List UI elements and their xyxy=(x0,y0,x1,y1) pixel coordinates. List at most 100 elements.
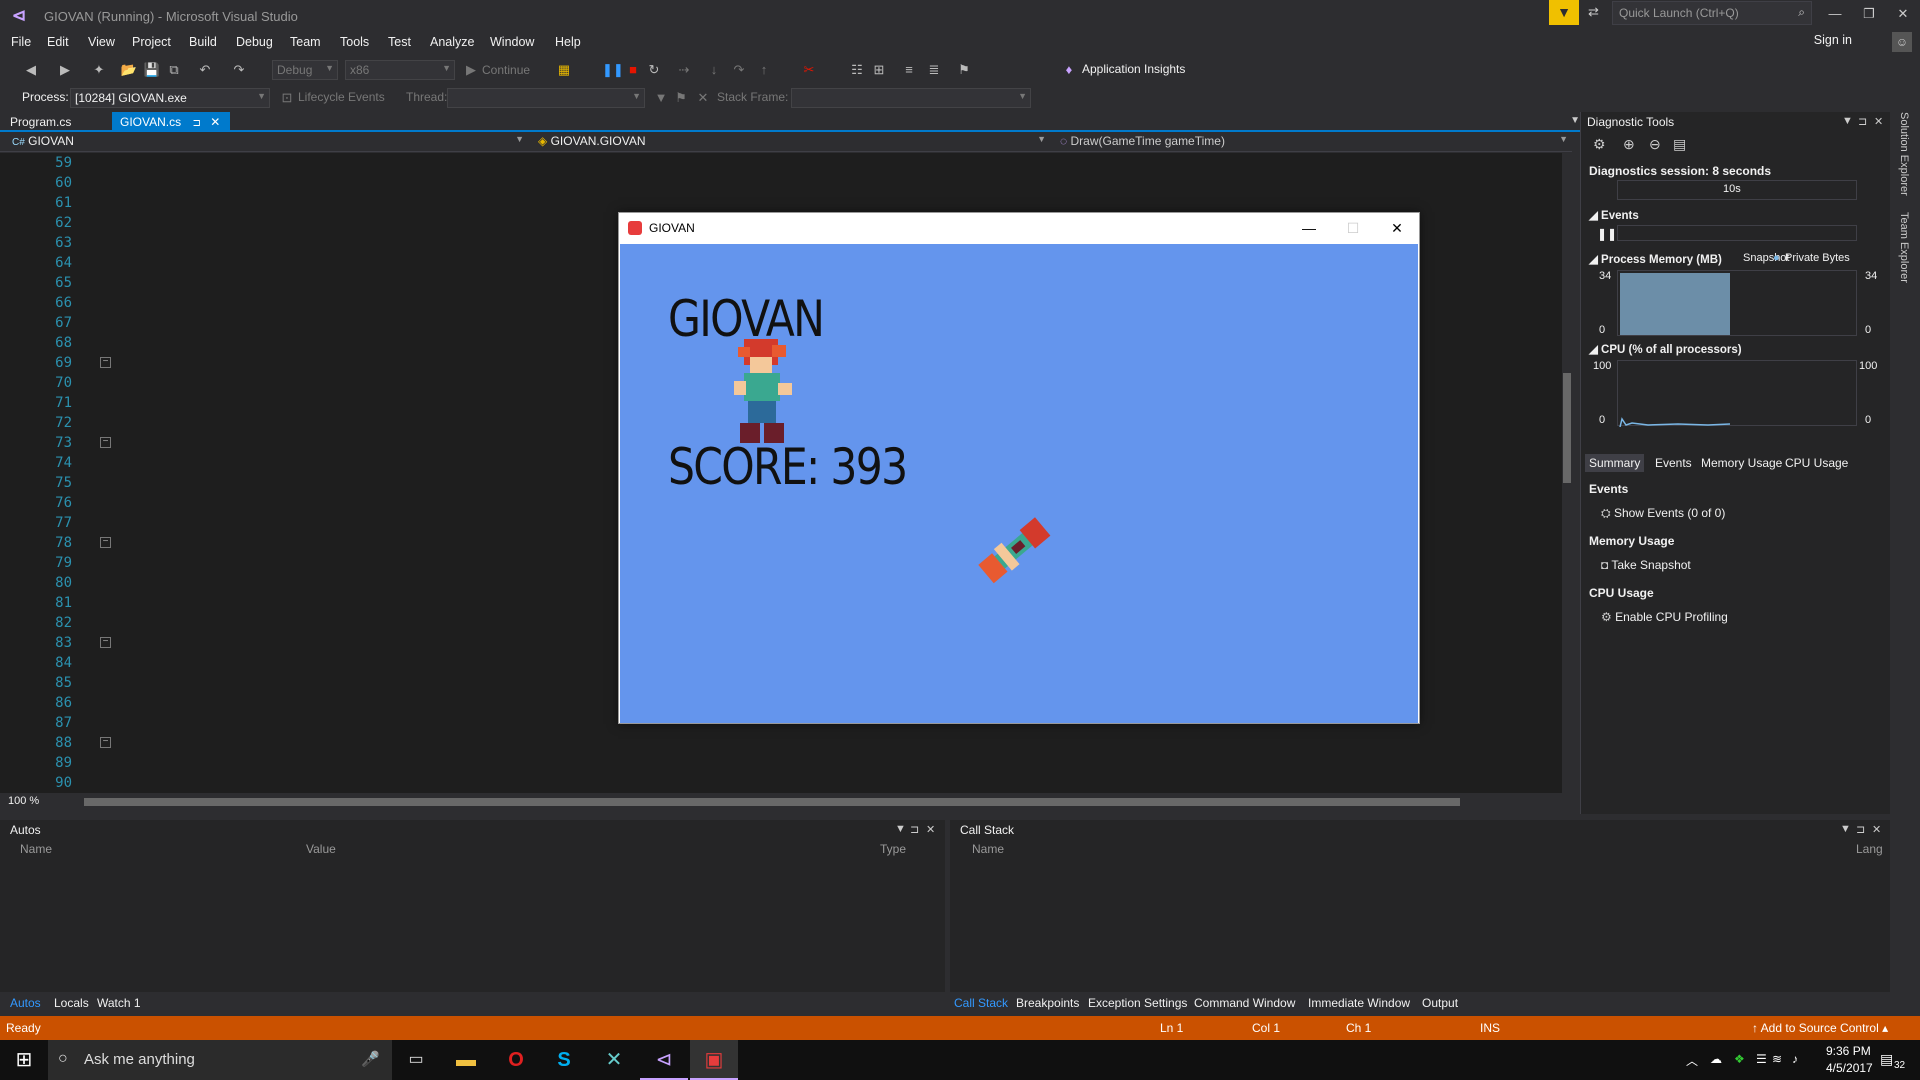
cortana-search-box[interactable]: ○ Ask me anything 🎤 xyxy=(48,1040,392,1080)
zoom-level[interactable]: 100 % xyxy=(8,795,39,807)
feedback-icon[interactable]: ⇄ xyxy=(1588,4,1599,20)
close-button[interactable]: ✕ xyxy=(1886,2,1920,26)
tab-command-window[interactable]: Command Window xyxy=(1194,996,1295,1010)
pin-icon[interactable]: ⊐ xyxy=(910,823,919,836)
lightbulb-icon[interactable]: ♦ xyxy=(1060,61,1078,79)
collapse-toggle-icon[interactable]: − xyxy=(100,737,111,748)
tab-list-dropdown-icon[interactable]: ▼ xyxy=(1570,115,1580,126)
redo-icon[interactable]: ↷ xyxy=(230,61,248,79)
action-center-icon[interactable]: ▤ xyxy=(1880,1051,1893,1068)
settings-gear-icon[interactable]: ⚙ xyxy=(1593,136,1606,153)
tab-call-stack[interactable]: Call Stack xyxy=(954,996,1008,1010)
game-canvas[interactable]: GIOVAN SCORE: 393 xyxy=(620,244,1418,723)
tab-autos[interactable]: Autos xyxy=(10,996,41,1010)
threads-icon[interactable]: ☷ xyxy=(848,61,866,79)
platform-select[interactable]: x86 ▼ xyxy=(345,60,455,80)
pause-events-icon[interactable]: ❚❚ xyxy=(1597,227,1617,241)
wifi-icon[interactable]: ≋ xyxy=(1772,1052,1782,1066)
lifecycle-events-button[interactable]: Lifecycle Events xyxy=(298,90,385,104)
menu-file[interactable]: File xyxy=(11,35,31,49)
visual-studio-taskbar-icon[interactable]: ⊲ xyxy=(640,1040,688,1080)
tab-immediate-window[interactable]: Immediate Window xyxy=(1308,996,1410,1010)
tray-chevron-icon[interactable]: ︿ xyxy=(1686,1052,1698,1069)
reset-view-icon[interactable]: ▤ xyxy=(1673,136,1686,153)
game-close-button[interactable]: ✕ xyxy=(1375,215,1419,241)
show-events-link[interactable]: ⛭ Show Events (0 of 0) xyxy=(1601,506,1725,521)
events-track[interactable] xyxy=(1617,225,1857,241)
continue-icon[interactable]: ▶ xyxy=(462,61,480,79)
solution-explorer-tab[interactable]: Solution Explorer xyxy=(1898,112,1910,196)
pin-icon[interactable]: ⊐ xyxy=(1858,115,1867,128)
close-panel-icon[interactable]: ✕ xyxy=(1874,115,1883,128)
continue-button[interactable]: Continue xyxy=(482,63,530,77)
close-panel-icon[interactable]: ✕ xyxy=(1872,823,1881,836)
zoom-in-icon[interactable]: ⊕ xyxy=(1623,136,1635,153)
new-project-icon[interactable]: ✦ xyxy=(90,61,108,79)
collapse-toggle-icon[interactable]: − xyxy=(100,437,111,448)
volume-icon[interactable]: ♪ xyxy=(1792,1052,1798,1066)
take-snapshot-link[interactable]: ◘ Take Snapshot xyxy=(1601,558,1691,572)
microphone-icon[interactable]: 🎤 xyxy=(361,1050,380,1068)
game-minimize-button[interactable]: — xyxy=(1287,215,1331,241)
menu-analyze[interactable]: Analyze xyxy=(430,35,474,49)
flag-icon[interactable]: ⚑ xyxy=(672,89,690,107)
open-file-icon[interactable]: 📂 xyxy=(120,61,138,79)
project-dropdown[interactable]: C# GIOVAN ▼ xyxy=(8,133,528,151)
solution-config-select[interactable]: Debug ▼ xyxy=(272,60,338,80)
save-all-icon[interactable]: ⧉ xyxy=(165,61,183,79)
tab-locals[interactable]: Locals xyxy=(54,996,89,1010)
member-dropdown[interactable]: ◌ Draw(GameTime gameTime) ▼ xyxy=(1056,133,1572,151)
timeline-ruler[interactable]: 10s xyxy=(1617,180,1857,200)
uncomment-icon[interactable]: ≣ xyxy=(925,61,943,79)
account-icon[interactable]: ☺ xyxy=(1892,32,1912,52)
events-header[interactable]: ◢ Events xyxy=(1589,208,1639,222)
autos-col-type[interactable]: Type xyxy=(880,842,906,856)
team-explorer-tab[interactable]: Team Explorer xyxy=(1898,212,1910,283)
quick-launch-input[interactable]: Quick Launch (Ctrl+Q) ⌕ xyxy=(1612,1,1812,25)
flag-all-icon[interactable]: ✕ xyxy=(694,89,712,107)
menu-window[interactable]: Window xyxy=(490,35,534,49)
cpu-chart[interactable] xyxy=(1617,360,1857,427)
menu-debug[interactable]: Debug xyxy=(236,35,273,49)
game-titlebar[interactable]: GIOVAN — ☐ ✕ xyxy=(619,213,1419,243)
onedrive-icon[interactable]: ☁ xyxy=(1710,1052,1722,1066)
minimize-button[interactable]: — xyxy=(1818,2,1852,26)
start-button-icon[interactable]: ⊞ xyxy=(0,1040,48,1080)
collapse-toggle-icon[interactable]: − xyxy=(100,637,111,648)
restore-button[interactable]: ❐ xyxy=(1852,2,1886,26)
tab-summary[interactable]: Summary xyxy=(1585,454,1645,472)
memory-chart[interactable] xyxy=(1617,270,1857,336)
tab-output[interactable]: Output xyxy=(1422,996,1458,1010)
sign-in-link[interactable]: Sign in xyxy=(1814,33,1852,47)
cpu-header[interactable]: ◢ CPU (% of all processors) xyxy=(1589,342,1742,356)
xamarin-icon[interactable]: ✕ xyxy=(590,1040,638,1080)
tab-events[interactable]: Events xyxy=(1651,454,1696,472)
forward-icon[interactable]: ▶ xyxy=(56,61,74,79)
opera-icon[interactable]: O xyxy=(492,1040,540,1080)
zoom-out-icon[interactable]: ⊖ xyxy=(1649,136,1661,153)
add-source-control-button[interactable]: ↑ Add to Source Control ▴ xyxy=(1752,1021,1888,1035)
pin-icon[interactable]: ⊐ xyxy=(1856,823,1865,836)
step-into-icon[interactable]: ↓ xyxy=(705,61,723,79)
collapse-toggle-icon[interactable]: − xyxy=(100,537,111,548)
filter-icon[interactable]: ▼ xyxy=(652,89,670,107)
tab-program-cs[interactable]: Program.cs xyxy=(2,112,79,132)
panel-menu-icon[interactable]: ▼ xyxy=(1840,823,1851,835)
tab-breakpoints[interactable]: Breakpoints xyxy=(1016,996,1079,1010)
exceptions-icon[interactable]: ✂ xyxy=(800,61,818,79)
process-select[interactable]: [10284] GIOVAN.exe ▼ xyxy=(70,88,270,108)
file-explorer-icon[interactable]: ▬ xyxy=(442,1040,490,1080)
callstack-col-name[interactable]: Name xyxy=(972,842,1004,856)
step-over-icon[interactable]: ↷ xyxy=(730,61,748,79)
stop-icon[interactable]: ■ xyxy=(624,61,642,79)
save-icon[interactable]: 💾 xyxy=(143,61,161,79)
editor-vertical-scrollbar[interactable] xyxy=(1562,153,1572,793)
bookmark-icon[interactable]: ⚑ xyxy=(955,61,973,79)
callstack-col-lang[interactable]: Lang xyxy=(1856,842,1883,856)
collapse-toggle-icon[interactable]: − xyxy=(100,357,111,368)
thread-select[interactable]: ▼ xyxy=(447,88,645,108)
show-next-statement-icon[interactable]: ⇢ xyxy=(675,61,693,79)
game-maximize-button[interactable]: ☐ xyxy=(1331,215,1375,241)
menu-build[interactable]: Build xyxy=(189,35,217,49)
notifications-flag-icon[interactable]: ▼ xyxy=(1549,0,1579,25)
